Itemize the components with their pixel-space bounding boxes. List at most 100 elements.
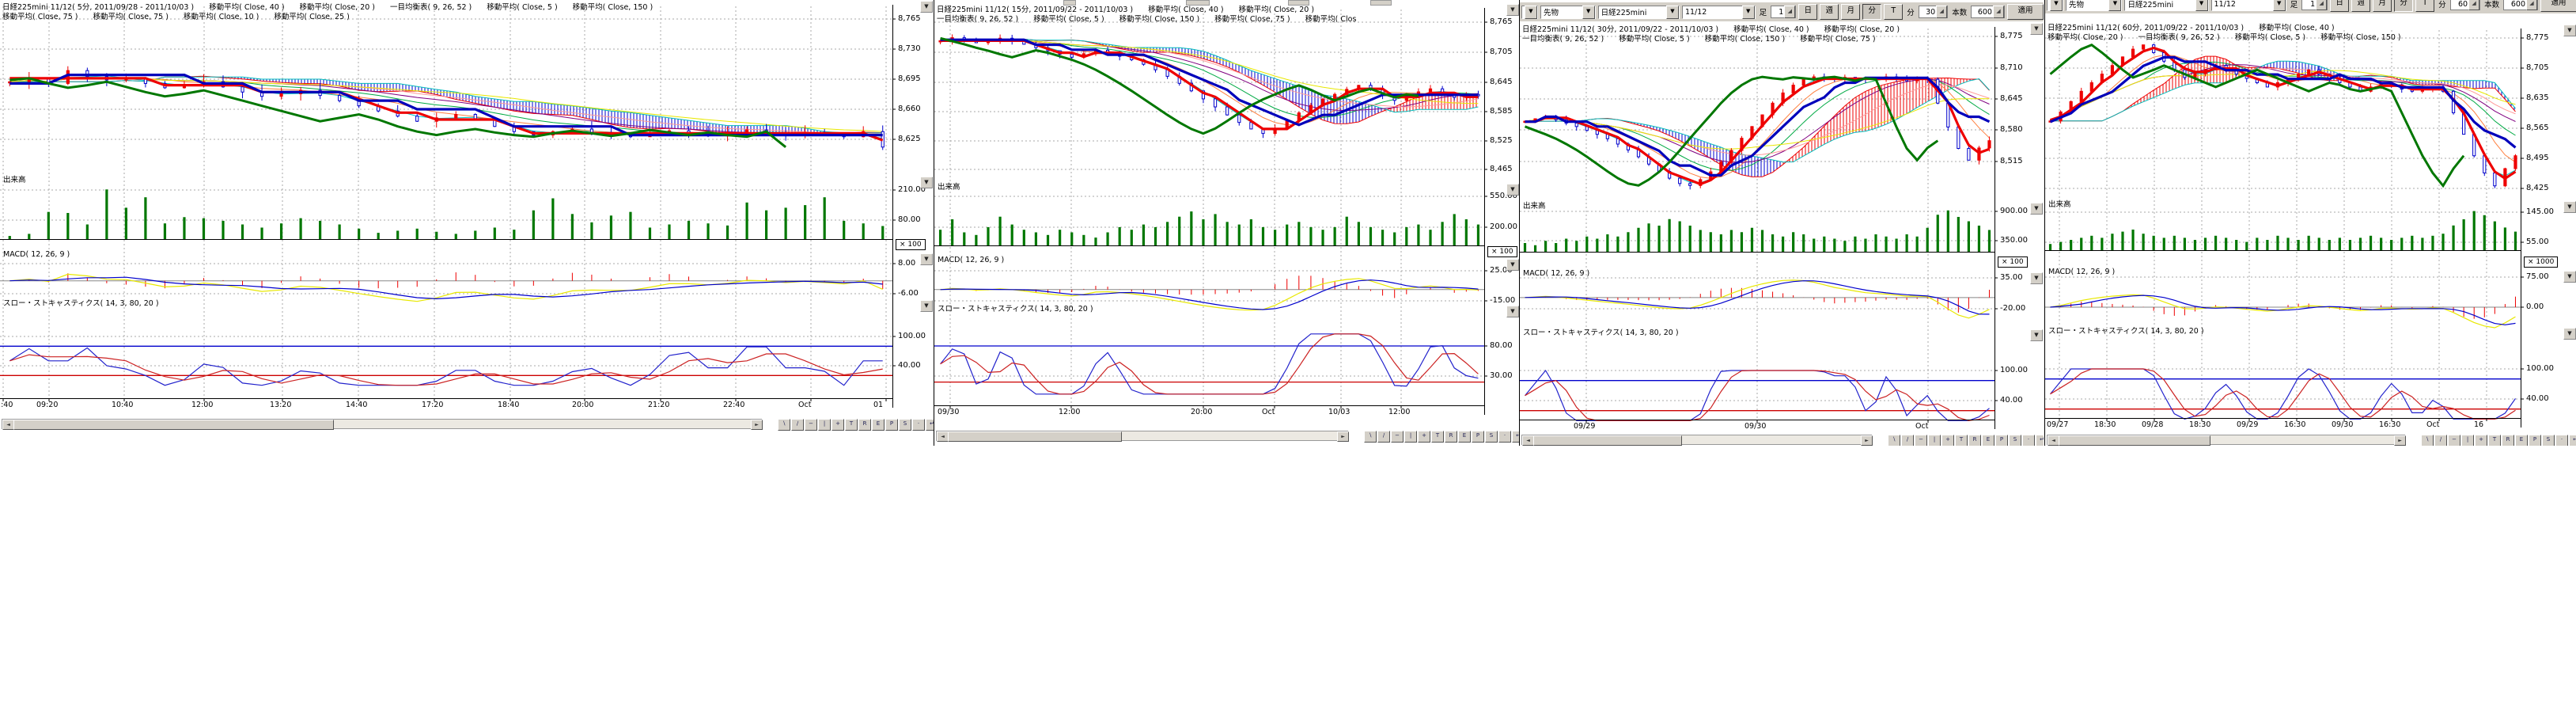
scrollbar-thumb[interactable] [1533,435,1682,446]
period-button-月[interactable]: 月 [2373,0,2392,12]
scroll-down-icon[interactable]: ▼ [920,1,933,13]
tool-button[interactable]: R [858,419,871,431]
tool-button[interactable]: · [2022,435,2035,446]
scroll-down-icon[interactable]: ▼ [2030,329,2043,341]
timeframe-mini-dropdown[interactable]: ▼ [2047,0,2063,11]
chevron-down-icon[interactable]: ▼ [1742,6,1755,19]
horizontal-scrollbar[interactable]: ◄► [2,419,762,429]
tool-button[interactable]: · [2555,435,2568,446]
scroll-right-icon[interactable]: ► [1861,435,1873,446]
tool-button[interactable]: + [832,419,844,431]
spinner-arrows-icon[interactable]: ◢ [1936,6,1947,18]
scroll-down-icon[interactable]: ▼ [1506,306,1519,317]
tool-button[interactable]: ∖ [778,419,790,431]
scroll-down-icon[interactable]: ▼ [920,253,933,265]
tool-button[interactable]: P [1995,435,2008,446]
chevron-down-icon[interactable]: ▼ [2050,0,2063,11]
tool-button[interactable]: T [845,419,858,431]
scroll-down-icon[interactable]: ▼ [2563,201,2576,213]
period-button-分[interactable]: 分 [1862,4,1881,20]
apply-button[interactable]: 適用 [2540,0,2576,12]
tool-button[interactable]: E [872,419,885,431]
period-button-週[interactable]: 週 [1820,4,1839,20]
tool-button[interactable]: + [2475,435,2487,446]
chevron-down-icon[interactable]: ▼ [1525,6,1537,19]
scroll-down-icon[interactable]: ▼ [1506,259,1519,271]
tool-button[interactable]: | [818,419,831,431]
apply-button[interactable]: 適用 [2007,4,2044,20]
period-button-日[interactable]: 日 [1798,4,1817,20]
tool-button[interactable]: E [1982,435,1995,446]
tool-button[interactable]: | [1404,431,1417,443]
scrollbar-thumb[interactable] [948,431,1122,442]
tool-button[interactable]: P [885,419,898,431]
category-dropdown[interactable]: 先物▼ [1540,6,1596,19]
spinner-arrows-icon[interactable]: ◢ [1784,6,1795,18]
tool-button[interactable]: E [2515,435,2528,446]
spinner-arrows-icon[interactable]: ◢ [2526,0,2537,10]
tool-button[interactable]: ∕ [1901,435,1914,446]
tool-button[interactable]: P [2529,435,2541,446]
tool-button[interactable]: ∖ [1364,431,1377,443]
period-button-週[interactable]: 週 [2351,0,2370,12]
period-button-日[interactable]: 日 [2330,0,2349,12]
chevron-down-icon[interactable]: ▼ [2108,0,2121,11]
tool-button[interactable]: R [1968,435,1981,446]
horizontal-scrollbar[interactable]: ◄► [2047,435,2405,445]
tool-button[interactable]: · [912,419,925,431]
chart-canvas[interactable] [1520,0,2044,446]
period-button-T[interactable]: T [1884,4,1903,20]
period-button-T[interactable]: T [2415,0,2434,12]
tool-button[interactable]: | [2461,435,2474,446]
scroll-down-icon[interactable]: ▼ [2030,272,2043,284]
scroll-down-icon[interactable]: ▼ [1506,184,1519,196]
period-button-月[interactable]: 月 [1841,4,1860,20]
tool-button[interactable]: ↵ [926,419,934,431]
tool-button[interactable]: − [1391,431,1404,443]
tool-button[interactable]: T [2488,435,2501,446]
scroll-left-icon[interactable]: ◄ [2048,435,2059,446]
tool-button[interactable]: P [1472,431,1484,443]
horizontal-scrollbar[interactable]: ◄► [936,431,1348,441]
scroll-left-icon[interactable]: ◄ [2,420,14,430]
tool-button[interactable]: + [1418,431,1430,443]
scroll-down-icon[interactable]: ▼ [2030,203,2043,215]
chart-canvas[interactable] [0,0,934,446]
chart-canvas[interactable] [2045,0,2576,446]
scroll-down-icon[interactable]: ▼ [1506,4,1519,16]
timeframe-mini-dropdown[interactable]: ▼ [1521,6,1538,19]
scroll-right-icon[interactable]: ► [751,420,763,430]
tool-button[interactable]: | [1928,435,1941,446]
bars-count-spinner[interactable]: 600◢ [1971,6,2005,18]
contract-dropdown[interactable]: 11/12▼ [2211,0,2286,11]
chevron-down-icon[interactable]: ▼ [2195,0,2208,11]
scroll-down-icon[interactable]: ▼ [2563,328,2576,340]
spinner-arrows-icon[interactable]: ◢ [1993,6,2004,18]
scrollbar-thumb[interactable] [2059,435,2210,446]
contract-dropdown[interactable]: 11/12▼ [1682,6,1756,19]
tool-button[interactable]: + [1941,435,1954,446]
scroll-left-icon[interactable]: ◄ [937,431,949,442]
minute-spinner[interactable]: 60◢ [2450,0,2480,10]
tool-button[interactable]: R [1445,431,1457,443]
tool-button[interactable]: E [1458,431,1471,443]
scroll-right-icon[interactable]: ► [1337,431,1349,442]
bars-count-spinner[interactable]: 600◢ [2503,0,2538,10]
tool-button[interactable]: S [2009,435,2021,446]
scroll-down-icon[interactable]: ▼ [2563,271,2576,283]
tool-button[interactable]: ∕ [791,419,804,431]
scroll-right-icon[interactable]: ► [2394,435,2406,446]
tool-button[interactable]: · [1498,431,1511,443]
tool-button[interactable]: − [1915,435,1927,446]
category-dropdown[interactable]: 先物▼ [2066,0,2122,11]
tool-button[interactable]: ↵ [2036,435,2044,446]
period-button-分[interactable]: 分 [2394,0,2413,12]
tool-button[interactable]: ∖ [1888,435,1900,446]
tool-button[interactable]: T [1955,435,1968,446]
symbol-dropdown[interactable]: 日経225mini▼ [1598,6,1680,19]
tool-button[interactable]: S [1485,431,1498,443]
chevron-down-icon[interactable]: ▼ [2273,0,2286,11]
tool-button[interactable]: − [2448,435,2460,446]
scroll-down-icon[interactable]: ▼ [2563,25,2576,36]
spinner-arrows-icon[interactable]: ◢ [2316,0,2327,10]
